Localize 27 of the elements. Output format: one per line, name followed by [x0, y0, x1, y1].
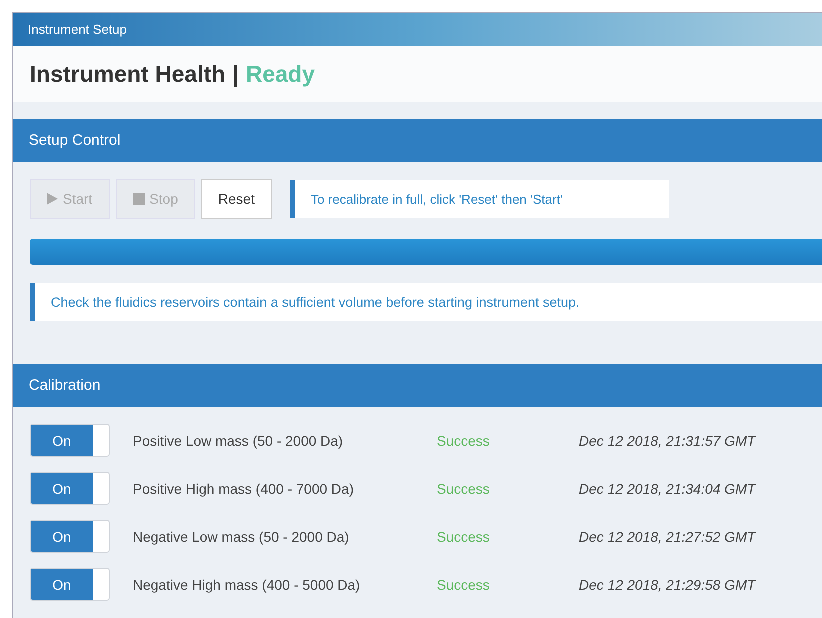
toggle-switch[interactable]: On [30, 568, 110, 601]
calibration-name: Positive Low mass (50 - 2000 Da) [133, 432, 344, 448]
notice-message: Check the fluidics reservoirs contain a sufficient volume before starting instrument setup. [30, 283, 822, 321]
calibration-name: Positive High mass (400 - 7000 Da) [133, 480, 355, 496]
calibration-status: Success [437, 480, 491, 496]
calibration-status: Success [437, 432, 491, 448]
calibration-name: Negative High mass (400 - 5000 Da) [133, 576, 362, 592]
stop-icon [132, 193, 145, 205]
calibration-time: Dec 12 2018, 21:34:04 GMT [579, 480, 756, 496]
reset-button[interactable]: Reset [201, 179, 272, 219]
section-title: Calibration [29, 377, 101, 394]
hint-message: To recalibrate in full, click 'Reset' then 'Start' [290, 180, 669, 218]
title-separator: | [232, 60, 239, 88]
window-title: Instrument Setup [28, 22, 127, 37]
calibration-name: Negative Low mass (50 - 2000 Da) [133, 528, 350, 544]
calibration-time: Dec 12 2018, 21:29:58 GMT [579, 576, 756, 592]
toggle-switch[interactable]: On [30, 472, 110, 505]
toggle-switch[interactable]: On [30, 424, 110, 457]
toggle-switch[interactable]: On [30, 520, 110, 553]
health-status: Ready [246, 60, 316, 88]
calibration-status: Success [437, 528, 491, 544]
calibration-time: Dec 12 2018, 21:27:52 GMT [579, 528, 756, 544]
calibration-time: Dec 12 2018, 21:31:57 GMT [579, 432, 756, 448]
page-title: Instrument Health [30, 60, 226, 88]
calibration-status: Success [437, 576, 491, 592]
section-title: Setup Control [29, 132, 121, 149]
play-icon [47, 193, 58, 205]
